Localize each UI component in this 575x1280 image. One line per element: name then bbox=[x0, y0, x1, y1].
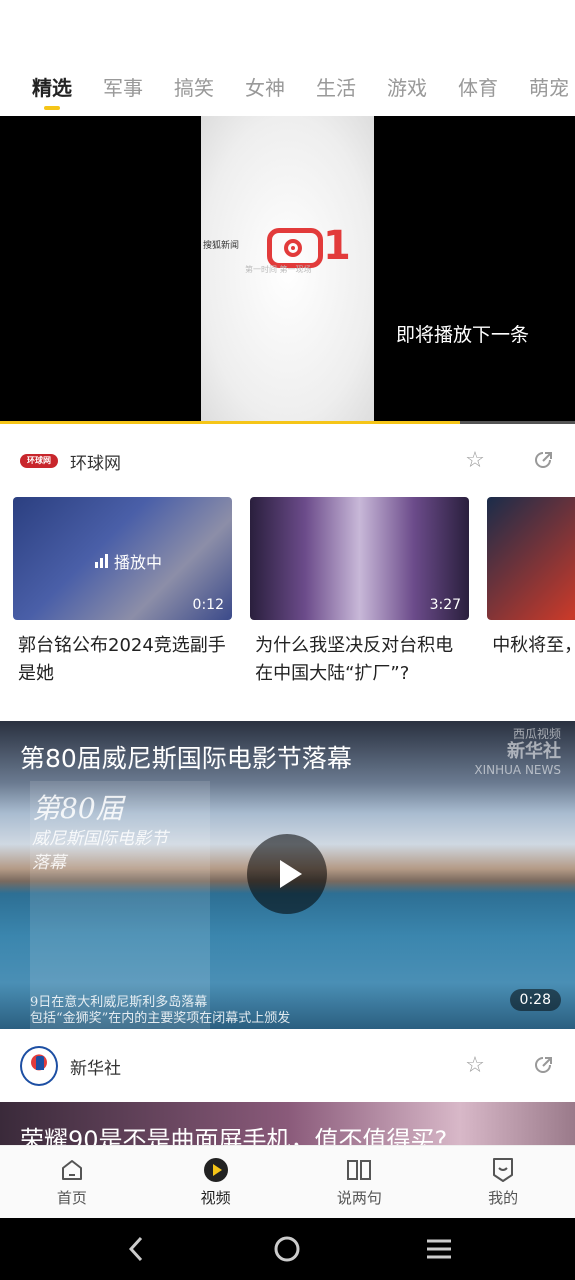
tab-jingxuan[interactable]: 精选 bbox=[32, 60, 72, 116]
xinhua-logo bbox=[20, 1046, 58, 1086]
equalizer-icon bbox=[95, 554, 108, 568]
category-tabs: 精选 军事 搞笑 女神 生活 游戏 体育 萌宠 bbox=[0, 60, 575, 116]
source-logo: 环球网 bbox=[20, 442, 58, 480]
tab-tiyu[interactable]: 体育 bbox=[458, 60, 498, 116]
home-icon bbox=[59, 1157, 85, 1183]
hero-video-frame: 搜狐新闻 1 第一时间 第一现场 bbox=[201, 116, 374, 422]
nav-video-label: 视频 bbox=[200, 1188, 231, 1207]
share-icon[interactable] bbox=[531, 449, 555, 473]
next-video-title[interactable]: 荣耀90是不是曲面屏手机，值不值得买? bbox=[20, 1120, 447, 1146]
nav-comment[interactable]: 说两句 bbox=[288, 1146, 432, 1218]
video-card[interactable]: 中秋将至，公司推出“赏月 bbox=[487, 497, 575, 660]
system-navigation-bar bbox=[0, 1218, 575, 1280]
video-caption: 9日在意大利威尼斯利多岛落幕 包括“金狮奖”在内的主要奖项在闭幕式上颁发 bbox=[30, 995, 290, 1027]
video-card-title[interactable]: 为什么我坚决反对台积电在中国大陆“扩厂”? bbox=[250, 632, 469, 688]
xinhua-watermark: 西瓜视频 新华社 XINHUA NEWS bbox=[474, 727, 561, 777]
video-thumbnail[interactable]: 播放中 0:12 bbox=[13, 497, 232, 620]
menu-icon[interactable] bbox=[419, 1229, 459, 1269]
favorite-star-icon[interactable]: ☆ bbox=[463, 1054, 487, 1078]
feature-video-title[interactable]: 第80届威尼斯国际电影节落幕 bbox=[20, 739, 352, 775]
logo-one: 1 bbox=[323, 223, 351, 269]
watermark-top: 西瓜视频 bbox=[512, 727, 561, 741]
tab-nvshen[interactable]: 女神 bbox=[245, 60, 285, 116]
video-card-title[interactable]: 中秋将至，公司推出“赏月 bbox=[487, 632, 575, 660]
watermark-sub: XINHUA NEWS bbox=[474, 763, 561, 777]
bottom-navigation: 首页 视频 说两句 我的 bbox=[0, 1145, 575, 1218]
video-thumbnail[interactable]: 3:27 bbox=[250, 497, 470, 620]
video-card[interactable]: 播放中 0:12 郭台铭公布2024竞选副手是她 bbox=[13, 497, 232, 688]
hero-video-player[interactable]: 搜狐新闻 1 第一时间 第一现场 即将播放下一条 bbox=[0, 116, 575, 424]
source-name[interactable]: 环球网 bbox=[70, 449, 419, 474]
hero-progress-bar[interactable] bbox=[0, 421, 460, 424]
video-play-icon bbox=[203, 1157, 229, 1183]
nav-profile-label: 我的 bbox=[488, 1188, 519, 1207]
caption-line2: 包括“金狮奖”在内的主要奖项在闭幕式上颁发 bbox=[30, 1011, 291, 1026]
inset-title: 第80届 威尼斯国际电影节 落幕 bbox=[32, 791, 168, 875]
book-icon bbox=[346, 1157, 372, 1183]
source-logo bbox=[20, 1046, 58, 1086]
next-video-peek[interactable]: 荣耀90是不是曲面屏手机，值不值得买? bbox=[0, 1102, 575, 1146]
nav-home-label: 首页 bbox=[56, 1188, 87, 1207]
video-duration: 3:27 bbox=[429, 597, 462, 613]
video-card-title[interactable]: 郭台铭公布2024竞选副手是她 bbox=[13, 632, 232, 688]
caption-line1: 9日在意大利威尼斯利多岛落幕 bbox=[30, 995, 208, 1010]
inset-line1: 第80届 bbox=[32, 792, 124, 825]
inset-line3: 落幕 bbox=[32, 853, 66, 873]
nav-home[interactable]: 首页 bbox=[0, 1146, 144, 1218]
favorite-star-icon[interactable]: ☆ bbox=[463, 449, 487, 473]
play-button-icon[interactable] bbox=[247, 834, 327, 914]
related-videos-carousel[interactable]: 播放中 0:12 郭台铭公布2024竞选副手是她 3:27 为什么我坚决反对台积… bbox=[13, 497, 575, 697]
nav-video[interactable]: 视频 bbox=[144, 1146, 288, 1218]
video-duration: 0:28 bbox=[509, 989, 561, 1011]
inset-line2: 威尼斯国际电影节 bbox=[32, 829, 168, 849]
video-card[interactable]: 3:27 为什么我坚决反对台积电在中国大陆“扩厂”? bbox=[250, 497, 470, 688]
logo-source-text: 搜狐新闻 bbox=[203, 241, 240, 251]
next-up-label: 即将播放下一条 bbox=[395, 324, 529, 346]
tab-gaoxiao[interactable]: 搞笑 bbox=[174, 60, 214, 116]
tab-youxi[interactable]: 游戏 bbox=[387, 60, 427, 116]
source-row-huanqiu[interactable]: 环球网 环球网 ☆ bbox=[0, 431, 575, 491]
home-circle-icon[interactable] bbox=[267, 1229, 307, 1269]
tab-junshi[interactable]: 军事 bbox=[103, 60, 143, 116]
camera-icon bbox=[267, 228, 323, 268]
back-icon[interactable] bbox=[116, 1229, 156, 1269]
now-playing-indicator: 播放中 bbox=[95, 549, 162, 573]
playing-label: 播放中 bbox=[114, 553, 163, 572]
watermark-main: 新华社 bbox=[507, 741, 561, 762]
video-duration: 0:12 bbox=[192, 597, 224, 613]
profile-icon bbox=[490, 1157, 516, 1183]
tab-shenghuo[interactable]: 生活 bbox=[316, 60, 356, 116]
nav-profile[interactable]: 我的 bbox=[431, 1146, 575, 1218]
nav-comment-label: 说两句 bbox=[336, 1188, 382, 1207]
feature-video-player[interactable]: 第80届 威尼斯国际电影节 落幕 第80届威尼斯国际电影节落幕 西瓜视频 新华社… bbox=[0, 721, 575, 1029]
share-icon[interactable] bbox=[531, 1054, 555, 1078]
source-row-xinhua[interactable]: 新华社 ☆ bbox=[0, 1036, 575, 1096]
video-feed-page: 精选 军事 搞笑 女神 生活 游戏 体育 萌宠 搜狐新闻 1 第一时间 第一现场… bbox=[0, 0, 575, 1280]
video-thumbnail[interactable] bbox=[487, 497, 575, 620]
sohu-qianliyan-logo: 搜狐新闻 1 第一时间 第一现场 bbox=[201, 224, 374, 274]
hero-progress-track bbox=[460, 421, 575, 424]
huanqiu-logo: 环球网 bbox=[20, 454, 58, 468]
logo-tagline: 第一时间 第一现场 bbox=[245, 265, 312, 274]
tab-mengchong[interactable]: 萌宠 bbox=[529, 60, 569, 116]
source-name[interactable]: 新华社 bbox=[70, 1054, 419, 1079]
